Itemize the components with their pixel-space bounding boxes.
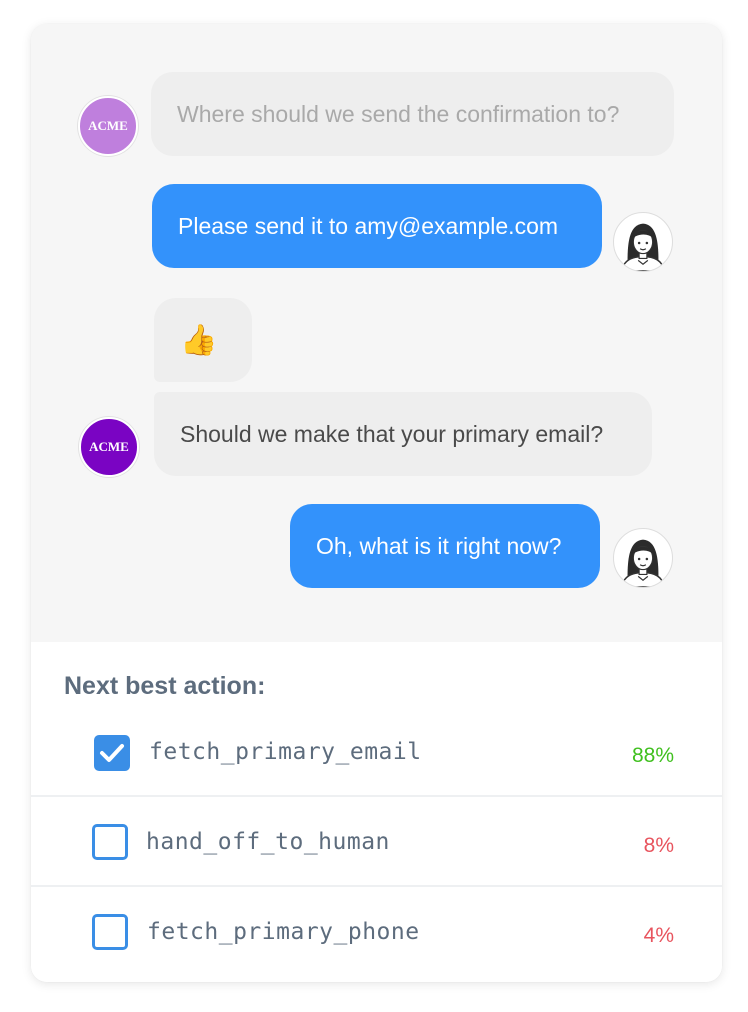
bot-emoji-bubble: 👍 [154, 298, 252, 382]
acme-bot-avatar: ACME [78, 96, 138, 156]
action-name: hand_off_to_human [146, 829, 390, 855]
checkmark-icon [100, 744, 124, 762]
bot-message-bubble: Should we make that your primary email? [154, 392, 652, 476]
panel-title: Next best action: [64, 672, 266, 700]
action-confidence: 4% [643, 924, 674, 947]
message-text: Should we make that your primary email? [180, 420, 604, 447]
action-checkbox-checked[interactable] [94, 735, 130, 771]
chat-card: ACME Where should we send the confirmati… [31, 24, 722, 982]
action-name: fetch_primary_email [149, 739, 422, 765]
action-checkbox[interactable] [92, 914, 128, 950]
message-text: Oh, what is it right now? [316, 532, 562, 559]
acme-logo-text: ACME [89, 439, 129, 454]
user-avatar [613, 212, 673, 272]
chat-transcript: ACME Where should we send the confirmati… [31, 24, 722, 642]
message-text: Please send it to amy@example.com [178, 212, 559, 239]
bot-message-bubble: Where should we send the confirmation to… [151, 72, 674, 156]
user-message-bubble: Please send it to amy@example.com [152, 184, 602, 268]
user-avatar [613, 528, 673, 588]
next-best-action-panel: Next best action: fetch_primary_email 88… [31, 642, 722, 982]
action-row[interactable]: fetch_primary_phone 4% [31, 887, 722, 977]
action-row[interactable]: hand_off_to_human 8% [31, 797, 722, 887]
acme-logo-text: ACME [88, 118, 128, 133]
action-row[interactable]: fetch_primary_email 88% [31, 707, 722, 797]
user-message-bubble: Oh, what is it right now? [290, 504, 600, 588]
message-text: Where should we send the confirmation to… [177, 100, 620, 127]
action-confidence: 8% [643, 834, 674, 857]
woman-portrait-icon [620, 539, 666, 587]
thumbs-up-icon: 👍 [180, 323, 218, 357]
action-confidence: 88% [631, 744, 674, 767]
action-checkbox[interactable] [92, 824, 128, 860]
woman-portrait-icon [620, 223, 666, 271]
action-name: fetch_primary_phone [147, 919, 420, 945]
acme-bot-avatar: ACME [79, 417, 139, 477]
